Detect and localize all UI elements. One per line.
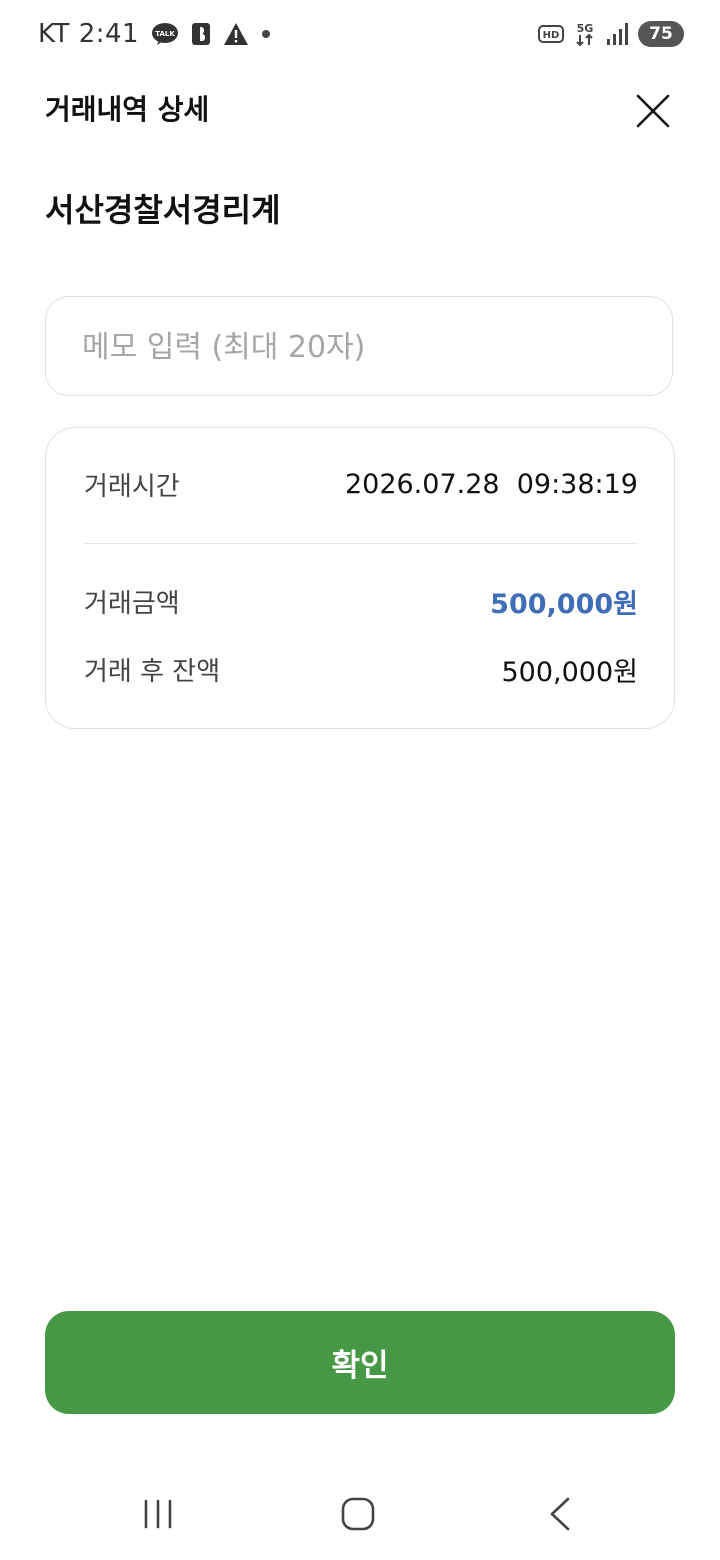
memo-input[interactable] — [82, 321, 642, 373]
battery-indicator: 75 — [638, 21, 684, 47]
svg-text:5G: 5G — [577, 22, 594, 35]
page-title: 거래내역 상세 — [45, 93, 210, 126]
status-bar-left: KT 2:41 TALK — [38, 14, 271, 54]
recent-apps-button[interactable] — [134, 1490, 182, 1538]
memo-box — [45, 296, 673, 396]
b-app-icon — [191, 22, 211, 46]
close-button[interactable] — [630, 88, 676, 134]
back-button[interactable] — [536, 1490, 584, 1538]
balance-after-label: 거래 후 잔액 — [84, 656, 221, 687]
status-bar: KT 2:41 TALK HD 5G 75 — [0, 0, 720, 66]
recent-apps-icon — [144, 1499, 172, 1529]
hd-icon: HD — [538, 24, 564, 44]
back-icon — [550, 1497, 570, 1531]
balance-after-row: 거래 후 잔액 500,000원 — [84, 649, 638, 689]
confirm-button[interactable]: 확인 — [45, 1311, 675, 1414]
kakaotalk-icon: TALK — [151, 22, 179, 46]
svg-text:HD: HD — [543, 30, 560, 41]
transaction-detail-card: 거래시간 2026.07.28 09:38:19 거래금액 500,000원 거… — [45, 427, 675, 729]
home-button[interactable] — [334, 1490, 382, 1538]
merchant-name: 서산경찰서경리계 — [45, 191, 281, 229]
signal-icon — [606, 22, 628, 46]
kakaotalk-icon-label: TALK — [155, 30, 175, 38]
close-icon — [636, 94, 670, 128]
transaction-amount-label: 거래금액 — [84, 588, 180, 619]
transaction-time-label: 거래시간 — [84, 471, 180, 502]
balance-after-value: 500,000원 — [501, 656, 639, 688]
status-time: 2:41 — [78, 19, 140, 49]
status-carrier: KT 2:41 — [38, 19, 140, 49]
transaction-time-row: 거래시간 2026.07.28 09:38:19 — [84, 464, 638, 504]
5g-icon: 5G — [574, 21, 596, 47]
status-bar-right: HD 5G 75 — [538, 16, 684, 52]
dot-icon — [261, 29, 271, 39]
transaction-amount-value: 500,000원 — [490, 588, 638, 620]
divider — [84, 543, 638, 544]
transaction-time-value: 2026.07.28 09:38:19 — [344, 468, 638, 500]
transaction-amount-row: 거래금액 500,000원 — [84, 581, 638, 621]
warning-icon — [223, 22, 249, 46]
home-icon — [341, 1497, 375, 1531]
navigation-bar — [0, 1466, 720, 1560]
